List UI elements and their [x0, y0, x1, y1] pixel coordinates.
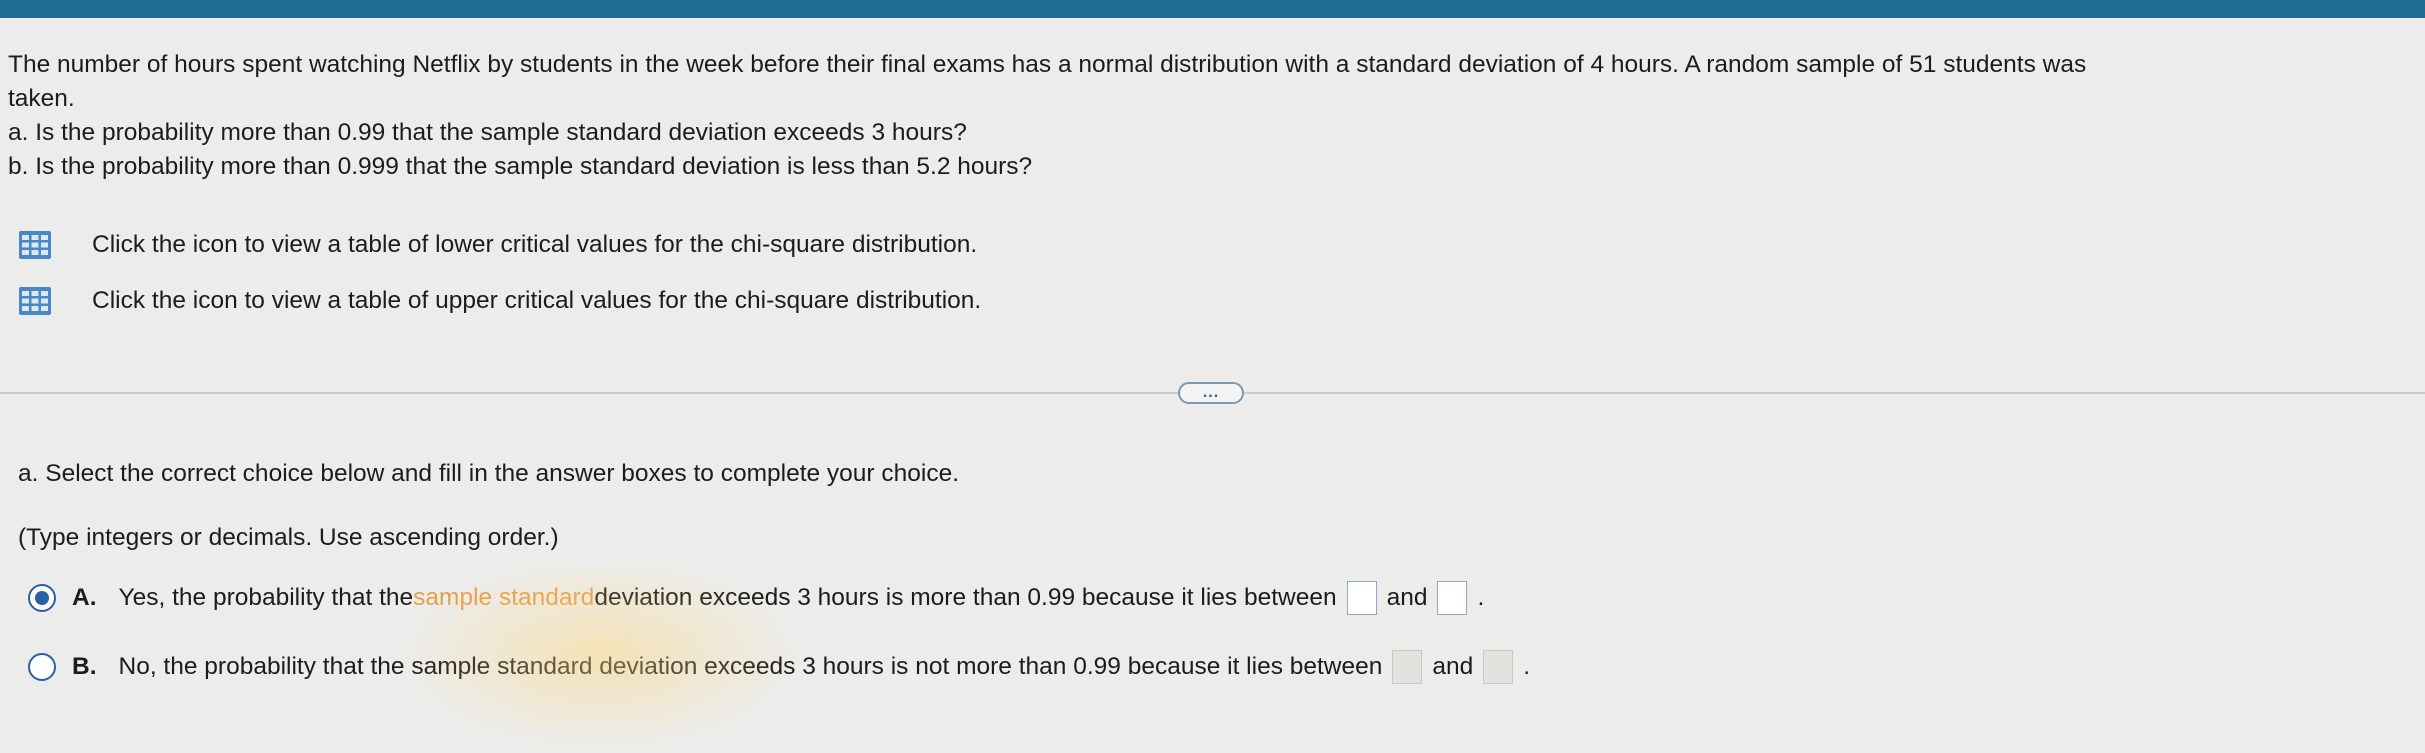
choice-a-answer-box-1[interactable]	[1346, 581, 1377, 615]
choice-b-period: .	[1523, 653, 1531, 680]
choice-a-text-start: Yes, the probability that the	[118, 584, 414, 611]
choice-b-answer-box-1[interactable]	[1392, 650, 1423, 684]
table-icon[interactable]	[18, 286, 52, 316]
problem-part-b: b. Is the probability more than 0.999 th…	[8, 153, 1033, 180]
choice-a-period: .	[1477, 584, 1485, 611]
problem-statement: The number of hours spent watching Netfl…	[8, 48, 2398, 184]
choice-a-letter: A.	[72, 584, 97, 611]
choice-b-and: and	[1432, 653, 1474, 680]
upper-table-link[interactable]: Click the icon to view a table of upper …	[18, 286, 981, 316]
choice-a-answer-box-2[interactable]	[1437, 581, 1468, 615]
question-hint: (Type integers or decimals. Use ascendin…	[18, 524, 559, 551]
problem-intro-line2: taken.	[8, 85, 75, 112]
choice-a-text-end: deviation exceeds 3 hours is more than 0…	[594, 584, 1337, 611]
table-icon[interactable]	[18, 230, 52, 260]
choice-a-radio[interactable]	[28, 584, 56, 612]
lower-table-link[interactable]: Click the icon to view a table of lower …	[18, 230, 977, 260]
choice-b-text: No, the probability that the sample stan…	[118, 653, 1383, 680]
lower-table-text: Click the icon to view a table of lower …	[92, 231, 978, 258]
top-bar	[0, 0, 2425, 18]
choice-b-letter: B.	[72, 653, 97, 680]
choice-a[interactable]: A. Yes, the probability that the sample …	[28, 581, 1484, 615]
question-instruction: a. Select the correct choice below and f…	[18, 460, 960, 487]
choice-b-answer-box-2[interactable]	[1483, 650, 1514, 684]
upper-table-text: Click the icon to view a table of upper …	[92, 287, 982, 314]
choice-a-and: and	[1386, 584, 1428, 611]
choice-b[interactable]: B. No, the probability that the sample s…	[28, 650, 1530, 684]
choice-b-radio[interactable]	[28, 653, 56, 681]
expand-more-button[interactable]: ...	[1178, 382, 1244, 404]
problem-part-a: a. Is the probability more than 0.99 tha…	[8, 119, 967, 146]
problem-intro-line1: The number of hours spent watching Netfl…	[8, 51, 2087, 78]
choice-a-text-highlight: sample standard	[413, 584, 595, 611]
